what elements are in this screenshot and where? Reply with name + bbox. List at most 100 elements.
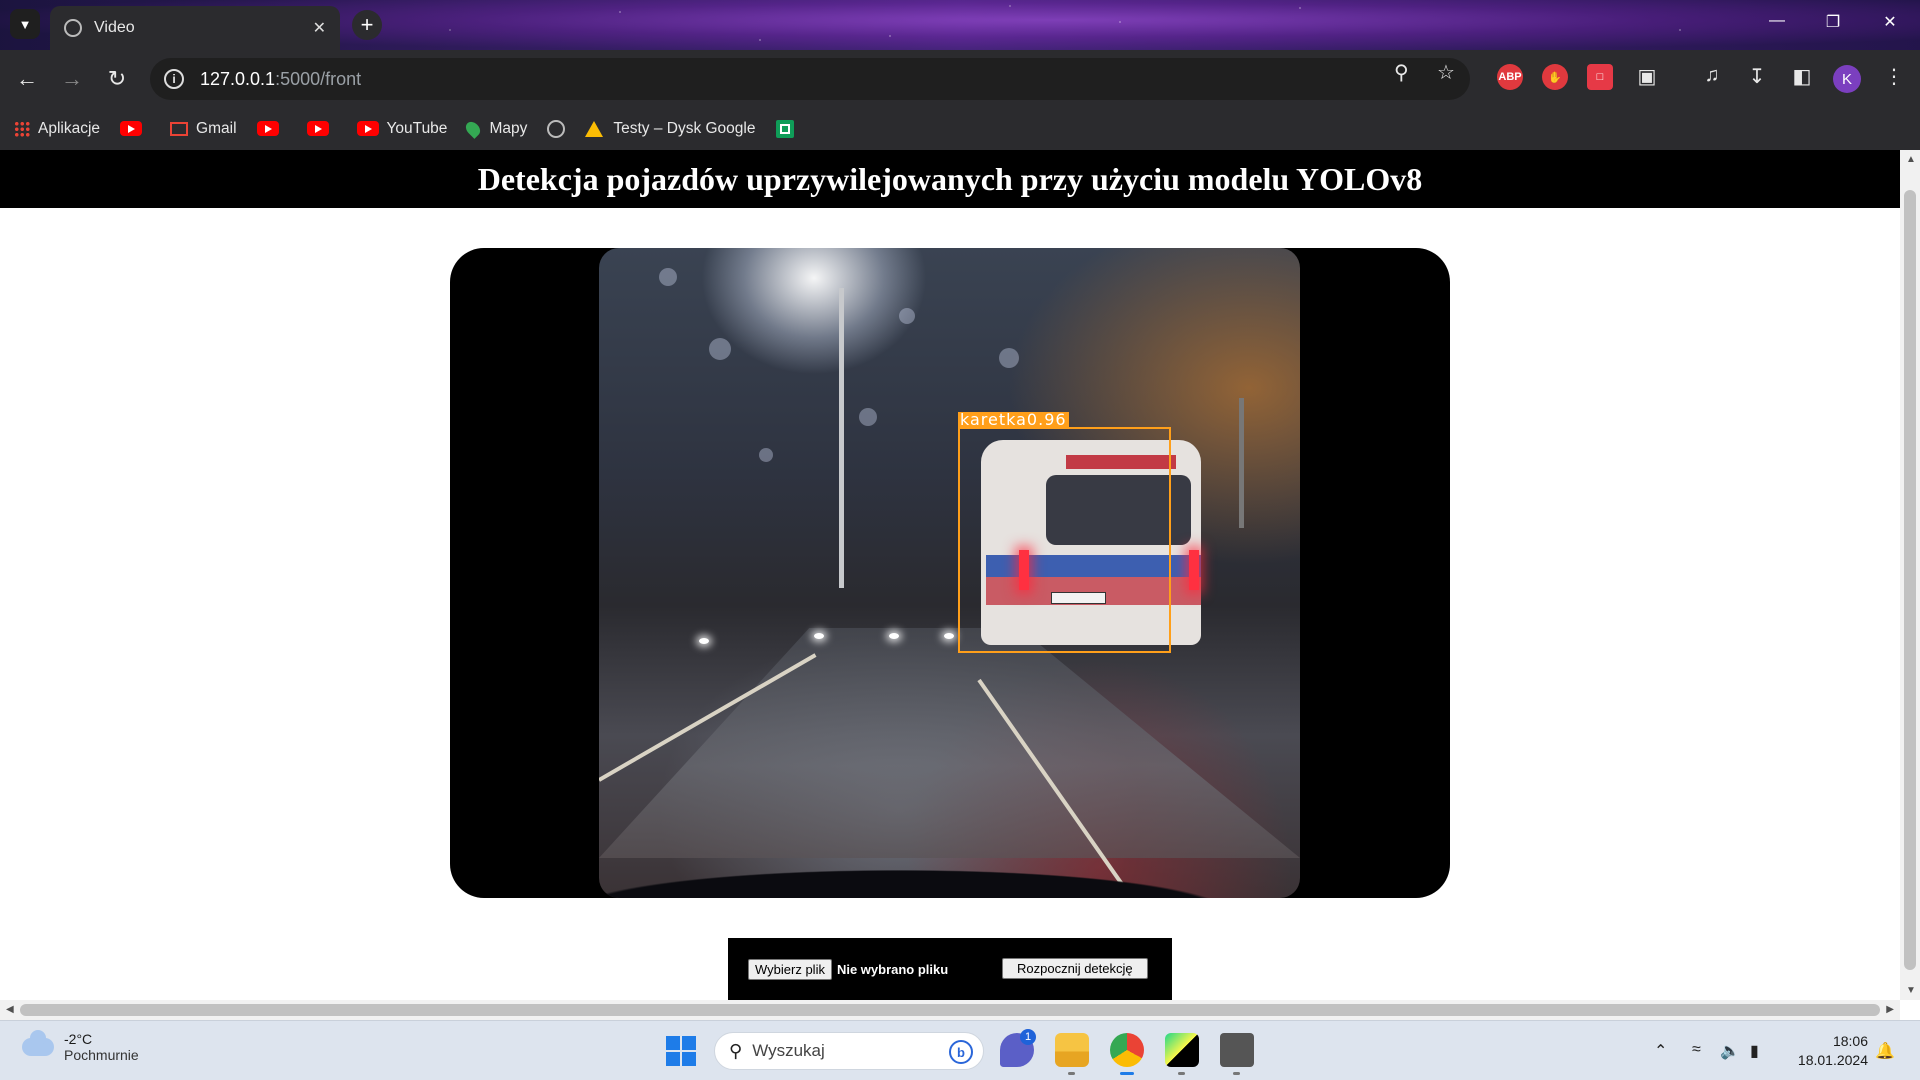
bookmark-youtube-3[interactable] [306,121,337,136]
bookmark-gmail[interactable]: Gmail [170,119,237,138]
system-clock[interactable]: 18:06 18.01.2024 [1780,1032,1868,1070]
new-tab-plus-icon[interactable]: + [352,10,382,40]
horizontal-scrollbar[interactable]: ◀ ▶ [0,1000,1900,1020]
scroll-right-arrow-icon[interactable]: ▶ [1886,1004,1894,1015]
bookmark-mapy[interactable]: Mapy [463,118,528,139]
car-headlight [889,633,899,639]
restore-window-icon[interactable]: ❐ [1818,12,1848,32]
scroll-down-arrow-icon[interactable]: ▼ [1906,985,1916,996]
video-player[interactable]: karetka0.96 [450,248,1450,898]
rain-drop [999,348,1019,368]
weather-temperature: -2°C [64,1031,93,1047]
bookmark-globe[interactable] [547,119,566,138]
detection-label: karetka0.96 [958,410,1069,429]
rain-drop [709,338,731,360]
volume-icon[interactable]: 🔈 [1720,1041,1740,1061]
maps-pin-icon [463,118,484,139]
url-path: :5000/front [275,68,362,89]
adblock-hand-icon[interactable]: ✋ [1542,64,1568,90]
chat-notification-badge: 1 [1020,1029,1036,1045]
horizontal-scroll-thumb[interactable] [20,1004,1880,1016]
bookmark-youtube[interactable]: YouTube [356,120,447,138]
battery-icon[interactable]: ▮ [1750,1041,1759,1061]
back-arrow-icon[interactable]: ← [12,64,42,94]
cloud-icon [22,1030,54,1056]
street-lamp-pole [839,288,844,588]
abp-icon[interactable]: ABP [1497,64,1523,90]
rain-drop [859,408,877,426]
windows-start-icon[interactable] [666,1036,696,1066]
choose-file-button[interactable]: Wybierz plik [748,958,832,980]
bookmark-youtube-1[interactable] [120,121,150,136]
street-lamp-pole [1239,398,1244,528]
tab-search-dropdown-icon[interactable]: ▼ [10,9,40,39]
vertical-scroll-thumb[interactable] [1904,190,1916,970]
show-hidden-icons-chevron-icon[interactable]: ⌃ [1654,1041,1667,1061]
vertical-scrollbar[interactable]: ▲ ▼ [1900,150,1920,1000]
start-detection-button[interactable]: Rozpocznij detekcję [1002,958,1148,979]
tab-close-icon[interactable]: ✕ [313,18,326,38]
reload-icon[interactable]: ↻ [102,64,132,94]
taskbar-search[interactable]: ⚲ Wyszukaj b [714,1032,984,1070]
media-control-icon[interactable]: ♫ [1698,64,1726,87]
downloads-icon[interactable]: ↧ [1743,64,1771,89]
forward-arrow-icon[interactable]: → [57,64,87,94]
browser-toolbar: ← → ↻ i 127.0.0.1:5000/front ⚲ ☆ ABP ✋ □… [0,50,1920,107]
pocket-icon[interactable]: □ [1587,64,1613,90]
car-headlight [814,633,824,639]
bookmark-star-icon[interactable]: ☆ [1437,60,1455,85]
car-headlight [699,638,709,644]
pycharm-icon[interactable] [1165,1033,1199,1075]
address-bar[interactable]: i 127.0.0.1:5000/front [150,58,1470,100]
chrome-menu-icon[interactable]: ⋮ [1880,64,1908,89]
tab-title: Video [94,19,135,36]
rain-drop [899,308,915,324]
youtube-icon [256,121,279,136]
gmail-icon [170,121,189,136]
extensions-puzzle-icon[interactable]: ▣ [1633,64,1661,89]
bookmark-label: Aplikacje [38,119,101,137]
camera-app-icon[interactable] [1220,1033,1254,1075]
youtube-icon [120,121,143,136]
bing-icon[interactable]: b [949,1040,973,1064]
wifi-icon[interactable]: ≈ [1692,1041,1701,1059]
bookmarks-bar: Aplikacje Gmail YouTube Mapy Testy – Dys… [0,107,1920,150]
rain-drop [659,268,677,286]
url-host: 127.0.0.1 [200,68,276,89]
detection-bounding-box [958,427,1171,653]
file-explorer-icon[interactable] [1055,1033,1089,1075]
windows-taskbar: -2°C Pochmurnie ⚲ Wyszukaj b 1 ⌃ ≈ 🔈 ▮ 1… [0,1020,1920,1080]
car-dashboard [599,843,1300,898]
video-frame: karetka0.96 [599,248,1300,898]
minimize-window-icon[interactable]: — [1762,12,1792,30]
google-drive-icon [585,120,604,137]
scroll-left-arrow-icon[interactable]: ◀ [6,1004,14,1015]
bookmark-testy-dysk-google[interactable]: Testy – Dysk Google [585,119,756,138]
bookmark-label: Gmail [196,119,237,137]
zoom-magnifier-icon[interactable]: ⚲ [1394,60,1409,85]
chrome-icon[interactable] [1110,1033,1144,1075]
profile-avatar[interactable]: K [1833,65,1861,93]
clock-date: 18.01.2024 [1797,1052,1868,1068]
search-placeholder: Wyszukaj [752,1041,825,1060]
browser-tab-strip: ▼ Video ✕ + — ❐ ✕ [0,0,1920,50]
browser-tab-video[interactable]: Video ✕ [50,6,340,50]
scroll-up-arrow-icon[interactable]: ▲ [1906,154,1916,165]
weather-widget[interactable]: -2°C Pochmurnie [22,1030,139,1063]
bookmark-aplikacje[interactable]: Aplikacje [14,120,100,138]
youtube-icon [356,121,379,136]
close-window-icon[interactable]: ✕ [1875,12,1905,32]
search-icon: ⚲ [729,1040,743,1061]
side-panel-icon[interactable]: ◧ [1788,64,1816,89]
tab-favicon-globe-icon [64,19,82,37]
page-header: Detekcja pojazdów uprzywilejowanych przy… [0,150,1900,208]
web-page: Detekcja pojazdów uprzywilejowanych przy… [0,150,1900,1000]
globe-icon [547,119,566,138]
bookmark-sheets[interactable] [775,119,794,138]
bookmark-youtube-2[interactable] [256,121,287,136]
notification-bell-icon[interactable]: 🔔 [1875,1041,1895,1061]
bookmark-label: Testy – Dysk Google [613,119,756,137]
site-info-icon[interactable]: i [164,69,184,89]
bookmark-label: Mapy [489,119,528,137]
apps-grid-icon [14,120,30,137]
